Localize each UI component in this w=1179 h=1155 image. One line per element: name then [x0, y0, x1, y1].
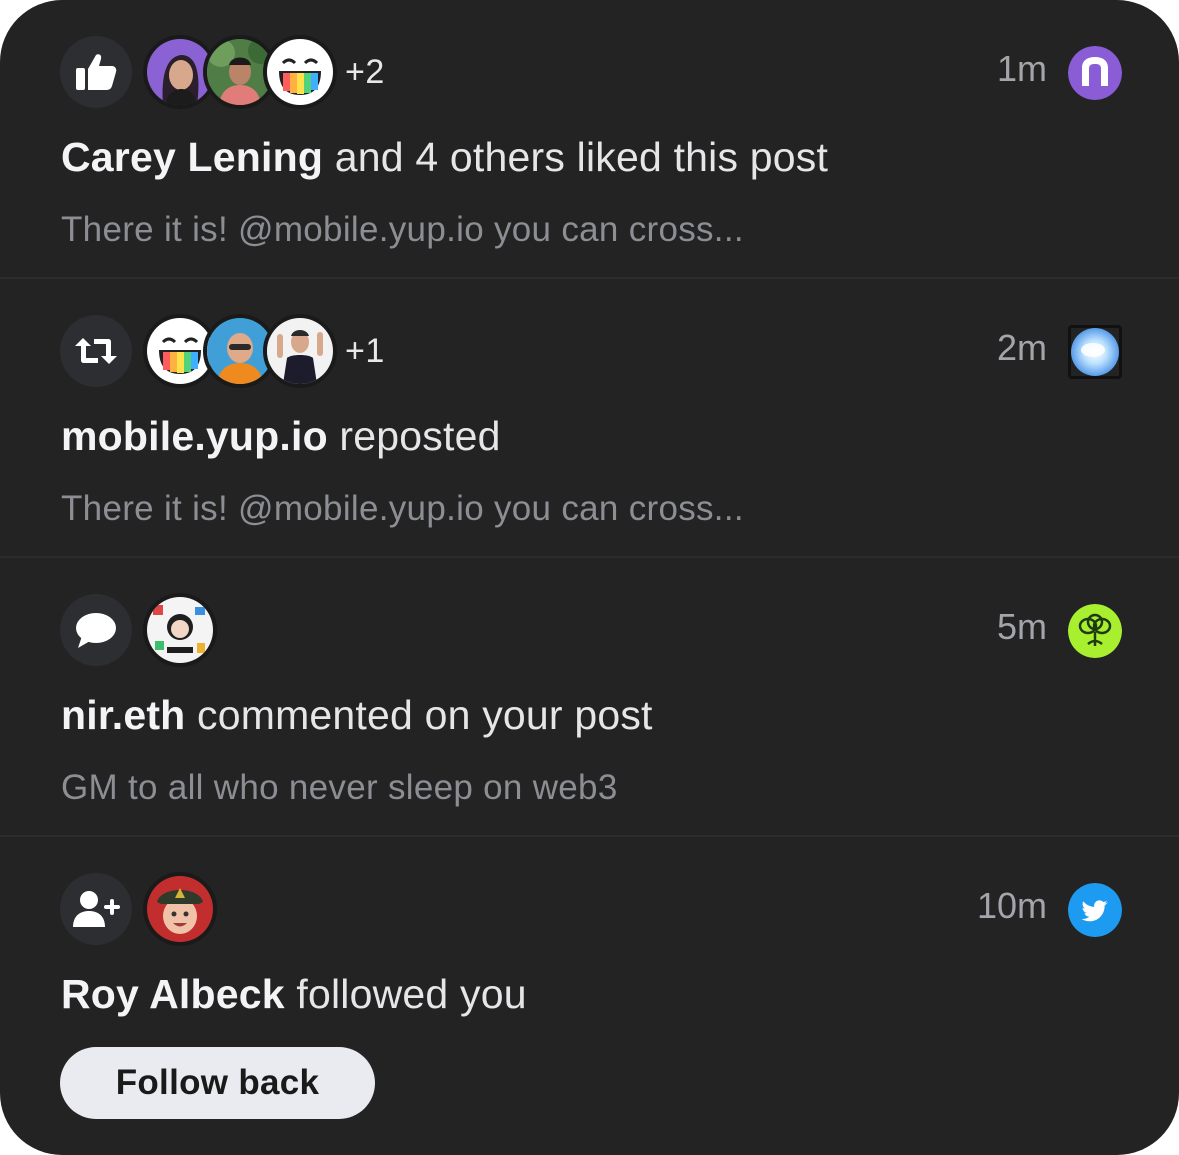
extra-count: +1: [345, 331, 385, 370]
timestamp: 10m: [976, 885, 1047, 926]
timestamp: 2m: [996, 327, 1047, 368]
actor-avatars: [143, 592, 217, 668]
timestamp: 5m: [996, 606, 1047, 647]
lens-sprout-icon: [1068, 604, 1122, 658]
extra-count: +2: [345, 52, 385, 91]
follow-back-button[interactable]: Follow back: [60, 1047, 375, 1119]
comment-icon: [60, 594, 132, 666]
notification-headline: nir.eth commented on your post: [61, 692, 653, 739]
notification-headline: Roy Albeck followed you: [61, 971, 527, 1018]
actor-avatars: +2: [143, 34, 385, 110]
repost-icon: [60, 315, 132, 387]
action-text: and 4 others liked this post: [323, 134, 829, 180]
twitter-icon: [1068, 883, 1122, 937]
notification-headline: Carey Lening and 4 others liked this pos…: [61, 134, 828, 181]
comment-preview: GM to all who never sleep on web3: [61, 768, 618, 807]
action-text: followed you: [284, 971, 527, 1017]
avatar[interactable]: [143, 593, 217, 667]
avatar[interactable]: [263, 314, 337, 388]
user-plus-icon: [60, 873, 132, 945]
actor-avatars: +1: [143, 313, 385, 389]
actor-name[interactable]: Carey Lening: [61, 134, 323, 180]
notification-comment[interactable]: 5m nir.eth commented on your post GM to …: [0, 558, 1179, 837]
thumbs-up-icon: [60, 36, 132, 108]
notification-headline: mobile.yup.io reposted: [61, 413, 501, 460]
action-text: reposted: [327, 413, 501, 459]
sky-icon: [1068, 325, 1122, 379]
avatar[interactable]: [143, 872, 217, 946]
notification-follow[interactable]: 10m Roy Albeck followed you Follow back: [0, 837, 1179, 1119]
actor-name[interactable]: mobile.yup.io: [61, 413, 328, 459]
notification-like[interactable]: +2 1m Carey Lening and 4 others liked th…: [0, 0, 1179, 279]
post-preview: There it is! @mobile.yup.io you can cros…: [61, 210, 744, 249]
notification-repost[interactable]: +1 2m mobile.yup.io reposted There it is…: [0, 279, 1179, 558]
notifications-panel: +2 1m Carey Lening and 4 others liked th…: [0, 0, 1179, 1155]
actor-name[interactable]: nir.eth: [61, 692, 185, 738]
lens-protocol-icon: [1068, 46, 1122, 100]
action-text: commented on your post: [185, 692, 653, 738]
actor-name[interactable]: Roy Albeck: [61, 971, 285, 1017]
post-preview: There it is! @mobile.yup.io you can cros…: [61, 489, 744, 528]
avatar[interactable]: [263, 35, 337, 109]
actor-avatars: [143, 871, 217, 947]
timestamp: 1m: [996, 48, 1047, 89]
